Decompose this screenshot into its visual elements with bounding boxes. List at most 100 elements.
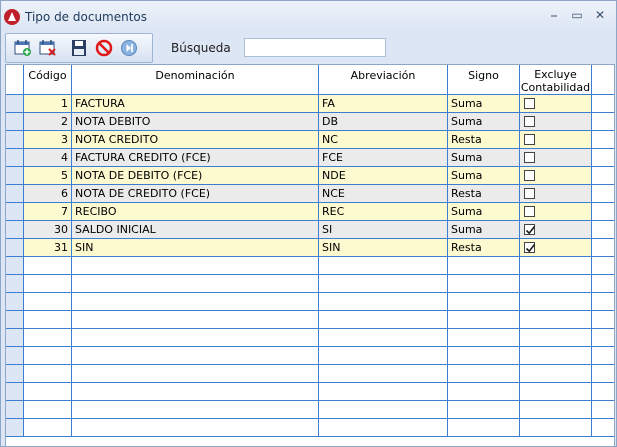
excluye-checkbox[interactable]	[524, 134, 535, 145]
cell-codigo	[24, 293, 72, 311]
table-row[interactable]	[6, 365, 614, 383]
row-selector[interactable]	[6, 401, 24, 419]
toolbar	[5, 33, 153, 63]
row-selector[interactable]	[6, 203, 24, 221]
cell-excluye	[520, 311, 592, 329]
excluye-checkbox[interactable]	[524, 152, 535, 163]
column-header-excluye-contabilidad[interactable]: Excluye Contabilidad	[520, 65, 592, 95]
save-icon[interactable]	[70, 39, 88, 57]
cell-signo: Resta	[448, 239, 520, 257]
search-input[interactable]	[244, 38, 386, 57]
delete-record-icon[interactable]	[39, 39, 57, 57]
table-row[interactable]	[6, 329, 614, 347]
column-header-label: Denominación	[155, 69, 235, 82]
cell-denominacion: FACTURA CREDITO (FCE)	[72, 149, 319, 167]
table-row[interactable]	[6, 419, 614, 437]
row-selector[interactable]	[6, 131, 24, 149]
row-selector[interactable]	[6, 167, 24, 185]
cell-excluye	[520, 167, 592, 185]
row-selector[interactable]	[6, 257, 24, 275]
column-header-label: Signo	[468, 69, 499, 82]
cell-denominacion: NOTA CREDITO	[72, 131, 319, 149]
cell-signo	[448, 311, 520, 329]
cell-signo: Suma	[448, 221, 520, 239]
row-selector[interactable]	[6, 113, 24, 131]
column-header-codigo[interactable]: Código	[24, 65, 72, 95]
table-row[interactable]	[6, 275, 614, 293]
column-header-signo[interactable]: Signo	[448, 65, 520, 95]
cell-codigo: 31	[24, 239, 72, 257]
excluye-checkbox[interactable]	[524, 116, 535, 127]
table-row[interactable]	[6, 401, 614, 419]
cell-signo	[448, 329, 520, 347]
row-selector[interactable]	[6, 239, 24, 257]
cell-excluye	[520, 149, 592, 167]
filler-cell	[592, 203, 614, 221]
cell-excluye	[520, 329, 592, 347]
filler-cell	[592, 239, 614, 257]
cell-denominacion: SIN	[72, 239, 319, 257]
table-row[interactable]: 4 FACTURA CREDITO (FCE) FCE Suma	[6, 149, 614, 167]
row-selector[interactable]	[6, 347, 24, 365]
table-row[interactable]: 30 SALDO INICIAL SI Suma	[6, 221, 614, 239]
table-row[interactable]: 3 NOTA CREDITO NC Resta	[6, 131, 614, 149]
cell-excluye	[520, 401, 592, 419]
minimize-button[interactable]: ⎯	[546, 7, 562, 23]
row-selector[interactable]	[6, 149, 24, 167]
next-icon[interactable]	[120, 39, 138, 57]
table-row[interactable]	[6, 347, 614, 365]
cell-denominacion: FACTURA	[72, 95, 319, 113]
row-selector[interactable]	[6, 95, 24, 113]
row-selector[interactable]	[6, 293, 24, 311]
excluye-checkbox[interactable]	[524, 188, 535, 199]
cell-excluye	[520, 239, 592, 257]
row-selector[interactable]	[6, 365, 24, 383]
excluye-checkbox[interactable]	[524, 242, 536, 253]
filler-cell	[592, 275, 614, 293]
table-row[interactable]: 31 SIN SIN Resta	[6, 239, 614, 257]
excluye-checkbox[interactable]	[524, 206, 535, 217]
filler-cell	[592, 95, 614, 113]
table-row[interactable]	[6, 293, 614, 311]
row-selector[interactable]	[6, 185, 24, 203]
table-row[interactable]	[6, 257, 614, 275]
filler-cell	[592, 329, 614, 347]
filler-cell	[592, 221, 614, 239]
cell-denominacion	[72, 257, 319, 275]
table-row[interactable]: 1 FACTURA FA Suma	[6, 95, 614, 113]
row-selector[interactable]	[6, 275, 24, 293]
cell-denominacion: SALDO INICIAL	[72, 221, 319, 239]
table-row[interactable]	[6, 383, 614, 401]
new-record-icon[interactable]	[14, 39, 32, 57]
table-row[interactable]: 7 RECIBO REC Suma	[6, 203, 614, 221]
row-selector[interactable]	[6, 329, 24, 347]
cell-signo	[448, 419, 520, 437]
row-selector[interactable]	[6, 383, 24, 401]
cell-codigo	[24, 311, 72, 329]
cell-codigo	[24, 365, 72, 383]
column-header-abreviacion[interactable]: Abreviación	[319, 65, 448, 95]
filler-cell	[592, 383, 614, 401]
cell-abreviacion	[319, 257, 448, 275]
close-button[interactable]: ✕	[592, 7, 608, 23]
table-row[interactable]: 6 NOTA DE CREDITO (FCE) NCE Resta	[6, 185, 614, 203]
row-selector[interactable]	[6, 221, 24, 239]
table-row[interactable]	[6, 311, 614, 329]
excluye-checkbox[interactable]	[524, 224, 536, 235]
excluye-checkbox[interactable]	[524, 98, 535, 109]
table-row[interactable]: 2 NOTA DEBITO DB Suma	[6, 113, 614, 131]
row-selector[interactable]	[6, 419, 24, 437]
column-header-denominacion[interactable]: Denominación	[72, 65, 319, 95]
cell-codigo	[24, 329, 72, 347]
cancel-icon[interactable]	[95, 39, 113, 57]
table-row[interactable]: 5 NOTA DE DEBITO (FCE) NDE Suma	[6, 167, 614, 185]
cell-codigo	[24, 257, 72, 275]
maximize-button[interactable]: ▭	[569, 7, 585, 23]
title-bar[interactable]: Tipo de documentos ⎯ ▭ ✕	[1, 1, 616, 31]
excluye-checkbox[interactable]	[524, 170, 535, 181]
cell-denominacion	[72, 347, 319, 365]
column-header-label: Excluye	[534, 68, 577, 81]
row-selector[interactable]	[6, 311, 24, 329]
filler-cell	[592, 149, 614, 167]
cell-codigo: 7	[24, 203, 72, 221]
